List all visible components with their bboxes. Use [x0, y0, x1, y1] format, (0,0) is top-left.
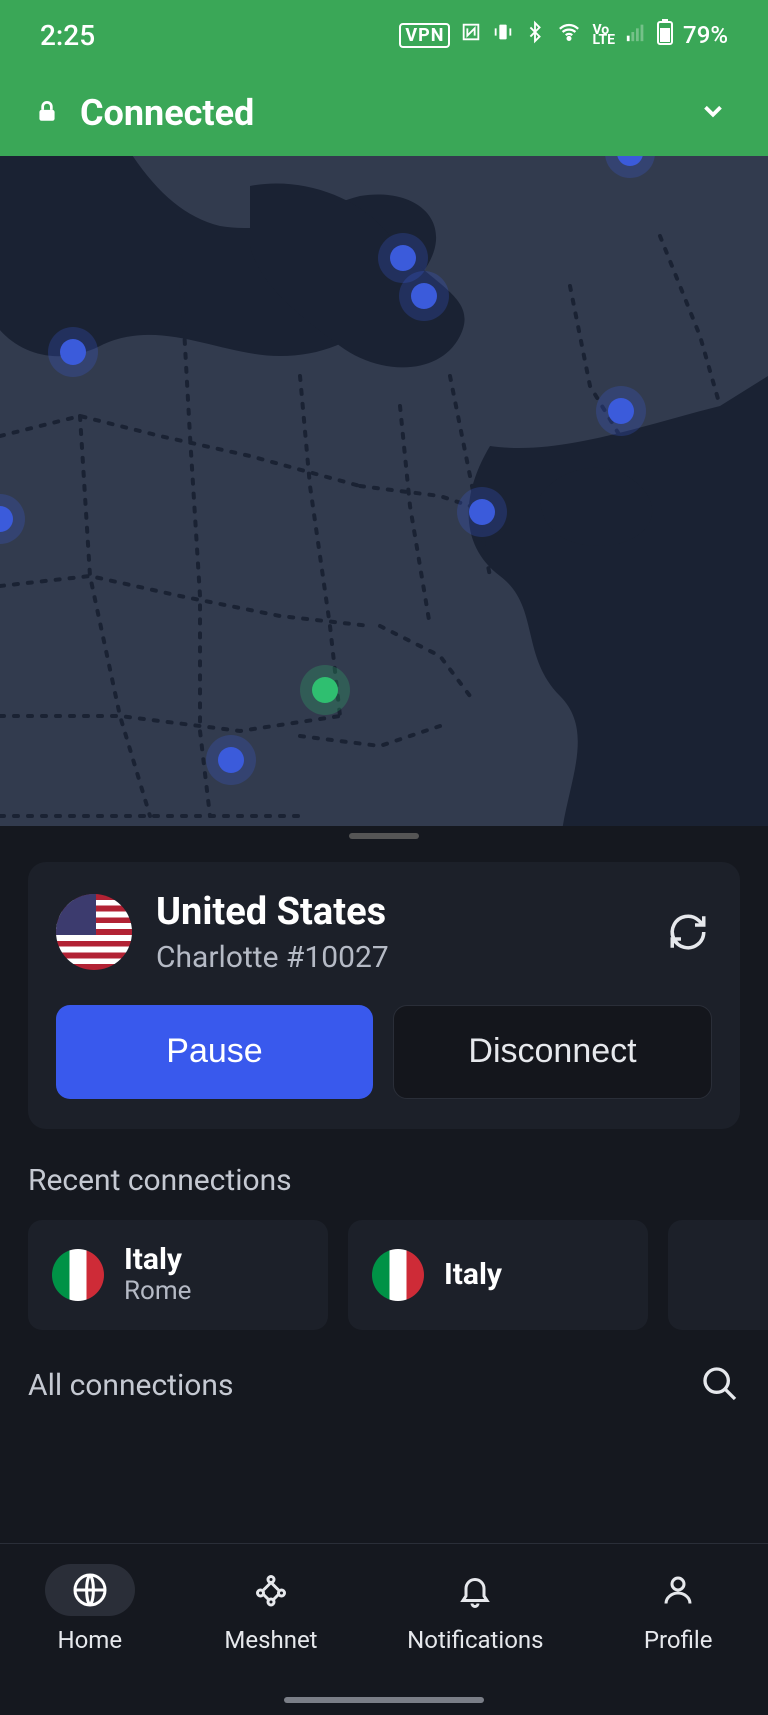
map-server-node[interactable]: [608, 398, 634, 424]
flag-it-icon: [372, 1249, 424, 1301]
profile-icon: [660, 1572, 696, 1608]
recent-country: Italy: [124, 1243, 191, 1276]
status-icons: VPN Vo LTE 79%: [399, 19, 728, 51]
disconnect-button[interactable]: Disconnect: [393, 1005, 712, 1099]
map-view[interactable]: [0, 156, 768, 826]
connection-country: United States: [156, 890, 640, 936]
all-connections-title: All connections: [28, 1368, 233, 1403]
home-indicator[interactable]: [284, 1697, 484, 1703]
nfc-icon: [460, 21, 482, 49]
volte-icon: Vo LTE: [592, 25, 615, 45]
nav-profile-label: Profile: [644, 1626, 713, 1654]
nav-notifications-label: Notifications: [407, 1626, 543, 1654]
recent-connection-item[interactable]: [668, 1220, 768, 1330]
nav-home-label: Home: [58, 1626, 123, 1654]
refresh-button[interactable]: [664, 908, 712, 956]
chevron-down-icon[interactable]: [698, 96, 728, 130]
map-server-node[interactable]: [411, 283, 437, 309]
status-time: 2:25: [40, 19, 95, 52]
vibrate-icon: [492, 21, 514, 49]
meshnet-icon: [253, 1572, 289, 1608]
map-server-node[interactable]: [218, 747, 244, 773]
flag-it-icon: [52, 1249, 104, 1301]
nav-home[interactable]: Home: [45, 1556, 135, 1654]
bell-icon: [457, 1572, 493, 1608]
connection-server: Charlotte #10027: [156, 940, 640, 975]
lock-icon: [34, 96, 60, 130]
vpn-badge: VPN: [399, 23, 450, 48]
flag-us-icon: [56, 894, 132, 970]
bluetooth-icon: [524, 19, 546, 51]
recent-connections-title: Recent connections: [28, 1163, 740, 1198]
battery-pct: 79%: [683, 21, 728, 49]
status-bar: 2:25 VPN Vo LTE 79%: [0, 0, 768, 70]
map-server-node[interactable]: [617, 156, 643, 166]
recent-city: Rome: [124, 1276, 191, 1306]
nav-profile[interactable]: Profile: [633, 1556, 723, 1654]
search-button[interactable]: [700, 1364, 740, 1408]
sheet-drag-handle[interactable]: [0, 826, 768, 846]
map-server-node[interactable]: [390, 245, 416, 271]
recent-connection-item[interactable]: Italy: [348, 1220, 648, 1330]
map-server-node[interactable]: [469, 499, 495, 525]
pause-button[interactable]: Pause: [56, 1005, 373, 1099]
recent-connection-item[interactable]: ItalyRome: [28, 1220, 328, 1330]
connection-status-label: Connected: [80, 92, 254, 134]
nav-meshnet[interactable]: Meshnet: [224, 1556, 317, 1654]
nav-meshnet-label: Meshnet: [224, 1626, 317, 1654]
nav-notifications[interactable]: Notifications: [407, 1556, 543, 1654]
connection-card: United States Charlotte #10027 Pause Dis…: [28, 862, 740, 1129]
recent-connections-list[interactable]: ItalyRomeItaly: [28, 1220, 768, 1330]
map-server-node[interactable]: [312, 677, 338, 703]
map-server-node[interactable]: [60, 339, 86, 365]
globe-icon: [72, 1572, 108, 1608]
bottom-nav: Home Meshnet Notifications Profile: [0, 1543, 768, 1715]
wifi-icon: [556, 21, 582, 49]
map-server-node[interactable]: [0, 506, 13, 532]
recent-country: Italy: [444, 1258, 502, 1291]
signal-icon: [625, 21, 647, 49]
battery-icon: [657, 19, 673, 51]
